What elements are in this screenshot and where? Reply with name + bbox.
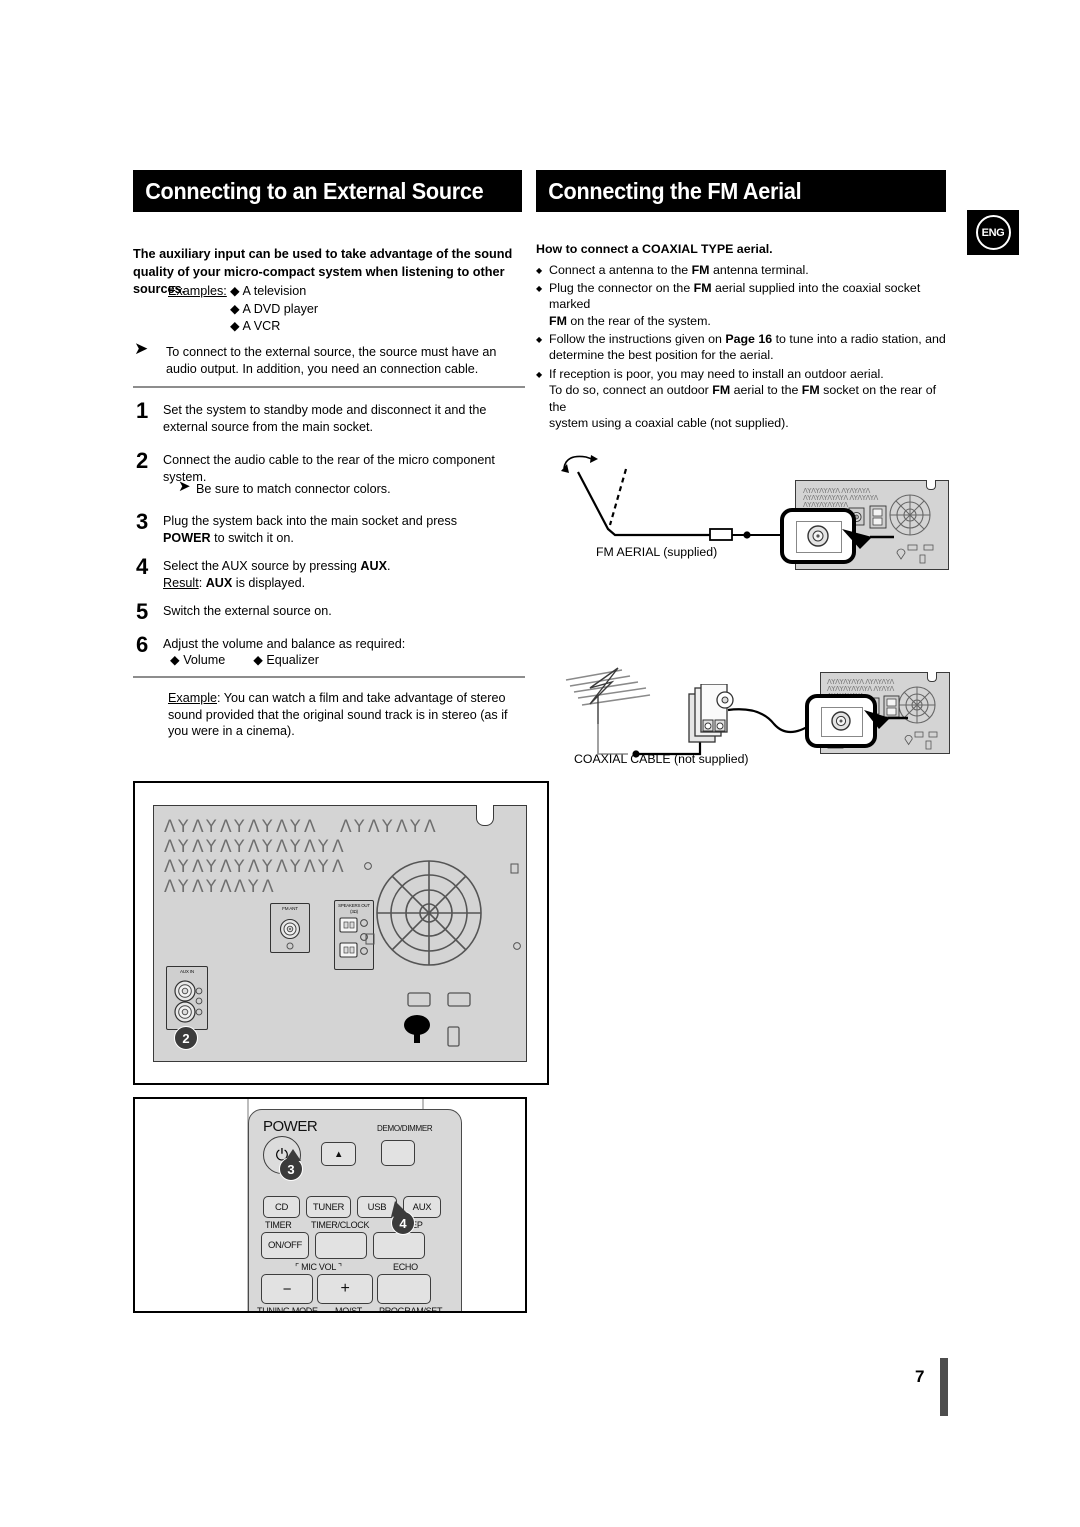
manual-page: Connecting to an External Source Connect… bbox=[0, 0, 1080, 1527]
coaxial-subtitle: How to connect a COAXIAL TYPE aerial. bbox=[536, 242, 773, 256]
example-item-1: A DVD player bbox=[242, 301, 319, 316]
power-and-misc-cutouts bbox=[404, 992, 471, 1047]
step2-note: Be sure to match connector colors. bbox=[196, 482, 391, 496]
fm-bullet-3: If reception is poor, you may need to in… bbox=[536, 366, 956, 383]
aux-in-rca-jacks bbox=[174, 980, 203, 1023]
fm-aerial-label: FM AERIAL (supplied) bbox=[596, 545, 718, 559]
divider-top bbox=[133, 386, 525, 388]
program-set-label: PROGRAM/SET bbox=[379, 1306, 443, 1313]
step-number-1: 1 bbox=[136, 398, 149, 423]
callout-3-pointer bbox=[285, 1149, 301, 1161]
example-block-text: : You can watch a film and take advantag… bbox=[168, 691, 508, 738]
section-header-fm-aerial-title: Connecting the FM Aerial bbox=[548, 177, 802, 204]
language-badge: ENG bbox=[967, 210, 1019, 255]
step-number-5: 5 bbox=[136, 599, 149, 624]
mic-vol-label: ⌜ MIC VOL ⌝ bbox=[295, 1262, 342, 1272]
balun-transformer bbox=[688, 684, 734, 743]
timer-clock-label: TIMER/CLOCK bbox=[311, 1220, 370, 1230]
step2-note-arrow-icon: ➤ bbox=[178, 477, 191, 495]
cd-button[interactable]: CD bbox=[263, 1196, 300, 1218]
tuner-button[interactable]: TUNER bbox=[306, 1196, 351, 1218]
fm-antenna-connector: FM ANT bbox=[270, 903, 310, 953]
section-header-external-source: Connecting to an External Source bbox=[133, 170, 522, 212]
examples-label: Examples: bbox=[168, 284, 227, 298]
tuning-mode-label: TUNING MODE bbox=[257, 1306, 318, 1313]
remote-power-label: POWER bbox=[263, 1118, 318, 1135]
fm-bullet-0: Connect a antenna to the FM antenna term… bbox=[536, 262, 956, 279]
step-number-4: 4 bbox=[136, 554, 149, 579]
note-arrow-icon: ➤ bbox=[134, 339, 149, 359]
step-text-5: Switch the external source on. bbox=[163, 604, 332, 618]
step6-option-0: Volume bbox=[183, 653, 226, 667]
fm-aerial-bullets: Connect a antenna to the FM antenna term… bbox=[536, 260, 956, 432]
language-badge-label: ENG bbox=[975, 215, 1011, 250]
eject-button[interactable]: ▲ bbox=[321, 1142, 356, 1166]
section-header-external-source-title: Connecting to an External Source bbox=[145, 177, 484, 204]
callout-marker-2: 2 bbox=[174, 1026, 198, 1050]
echo-label: ECHO bbox=[393, 1262, 418, 1272]
step-number-3: 3 bbox=[136, 509, 149, 534]
coaxial-cable-label: COAXIAL CABLE (not supplied) bbox=[574, 752, 749, 766]
coax-bubble-pointer bbox=[864, 710, 908, 729]
example-item-0: A television bbox=[242, 284, 307, 298]
fm-bullet-1: Plug the connector on the FM aerial supp… bbox=[536, 280, 956, 330]
fm-bullet-3-continued: To do so, connect an outdoor FM aerial t… bbox=[549, 383, 937, 431]
step-number-6: 6 bbox=[136, 632, 149, 657]
mo-st-label: MO/ST bbox=[335, 1306, 362, 1313]
plate-notch bbox=[476, 805, 494, 826]
step-text-3: Plug the system back into the main socke… bbox=[163, 514, 458, 545]
example-block-label: Example bbox=[168, 691, 217, 705]
fm-bullet-2: Follow the instructions given on Page 16… bbox=[536, 331, 956, 364]
external-source-note: To connect to the external source, the s… bbox=[166, 345, 497, 376]
aux-in-connector: AUX IN bbox=[166, 966, 208, 1030]
callout-4-pointer bbox=[391, 1201, 409, 1217]
examples-list: Examples: ◆ A television ◆ A DVD player ◆… bbox=[168, 284, 319, 333]
step-text-4: Select the AUX source by pressing AUX. R… bbox=[163, 559, 391, 590]
page-number-bar bbox=[940, 1358, 948, 1416]
mic-vol-minus-button[interactable]: − bbox=[261, 1274, 313, 1304]
timer-clock-button[interactable] bbox=[315, 1232, 367, 1259]
demo-dimmer-label: DEMO/DIMMER bbox=[377, 1124, 433, 1133]
fm-ant-jack-icon bbox=[279, 918, 301, 950]
timer-on-off-button[interactable]: ON/OFF bbox=[261, 1232, 309, 1259]
fm-bubble-pointer bbox=[842, 529, 894, 549]
mic-vol-plus-button[interactable]: + bbox=[317, 1274, 373, 1304]
step6-options: ◆ Volume ◆ Equalizer bbox=[170, 653, 319, 667]
example-block: Example: You can watch a film and take a… bbox=[168, 690, 516, 740]
timer-label: TIMER bbox=[265, 1220, 292, 1230]
echo-button[interactable] bbox=[377, 1274, 431, 1304]
example-item-2: A VCR bbox=[242, 319, 281, 333]
remote-control-body: POWER ⏻ ▲ DEMO/DIMMER CD TUNER USB AUX T… bbox=[248, 1109, 462, 1313]
eject-icon: ▲ bbox=[333, 1148, 344, 1160]
section-header-fm-aerial: Connecting the FM Aerial bbox=[536, 170, 946, 212]
sleep-button[interactable] bbox=[373, 1232, 425, 1259]
divider-bottom bbox=[133, 676, 525, 678]
demo-dimmer-button[interactable] bbox=[381, 1140, 415, 1166]
step6-option-1: Equalizer bbox=[266, 653, 319, 667]
rear-panel-plate: ΛY ΛY ΛY ΛY ΛY Λ ΛY ΛY ΛY Λ ΛY ΛY ΛY ΛY … bbox=[153, 805, 527, 1062]
step-text-6: Adjust the volume and balance as require… bbox=[163, 637, 406, 651]
step-number-2: 2 bbox=[136, 448, 149, 473]
remote-control-figure: POWER ⏻ ▲ DEMO/DIMMER CD TUNER USB AUX T… bbox=[133, 1097, 527, 1313]
page-number: 7 bbox=[915, 1367, 925, 1386]
fan-surround-markers bbox=[364, 862, 521, 950]
step-text-1: Set the system to standby mode and disco… bbox=[163, 403, 487, 434]
rear-panel-figure: ΛY ΛY ΛY ΛY ΛY Λ ΛY ΛY ΛY Λ ΛY ΛY ΛY ΛY … bbox=[133, 781, 549, 1085]
